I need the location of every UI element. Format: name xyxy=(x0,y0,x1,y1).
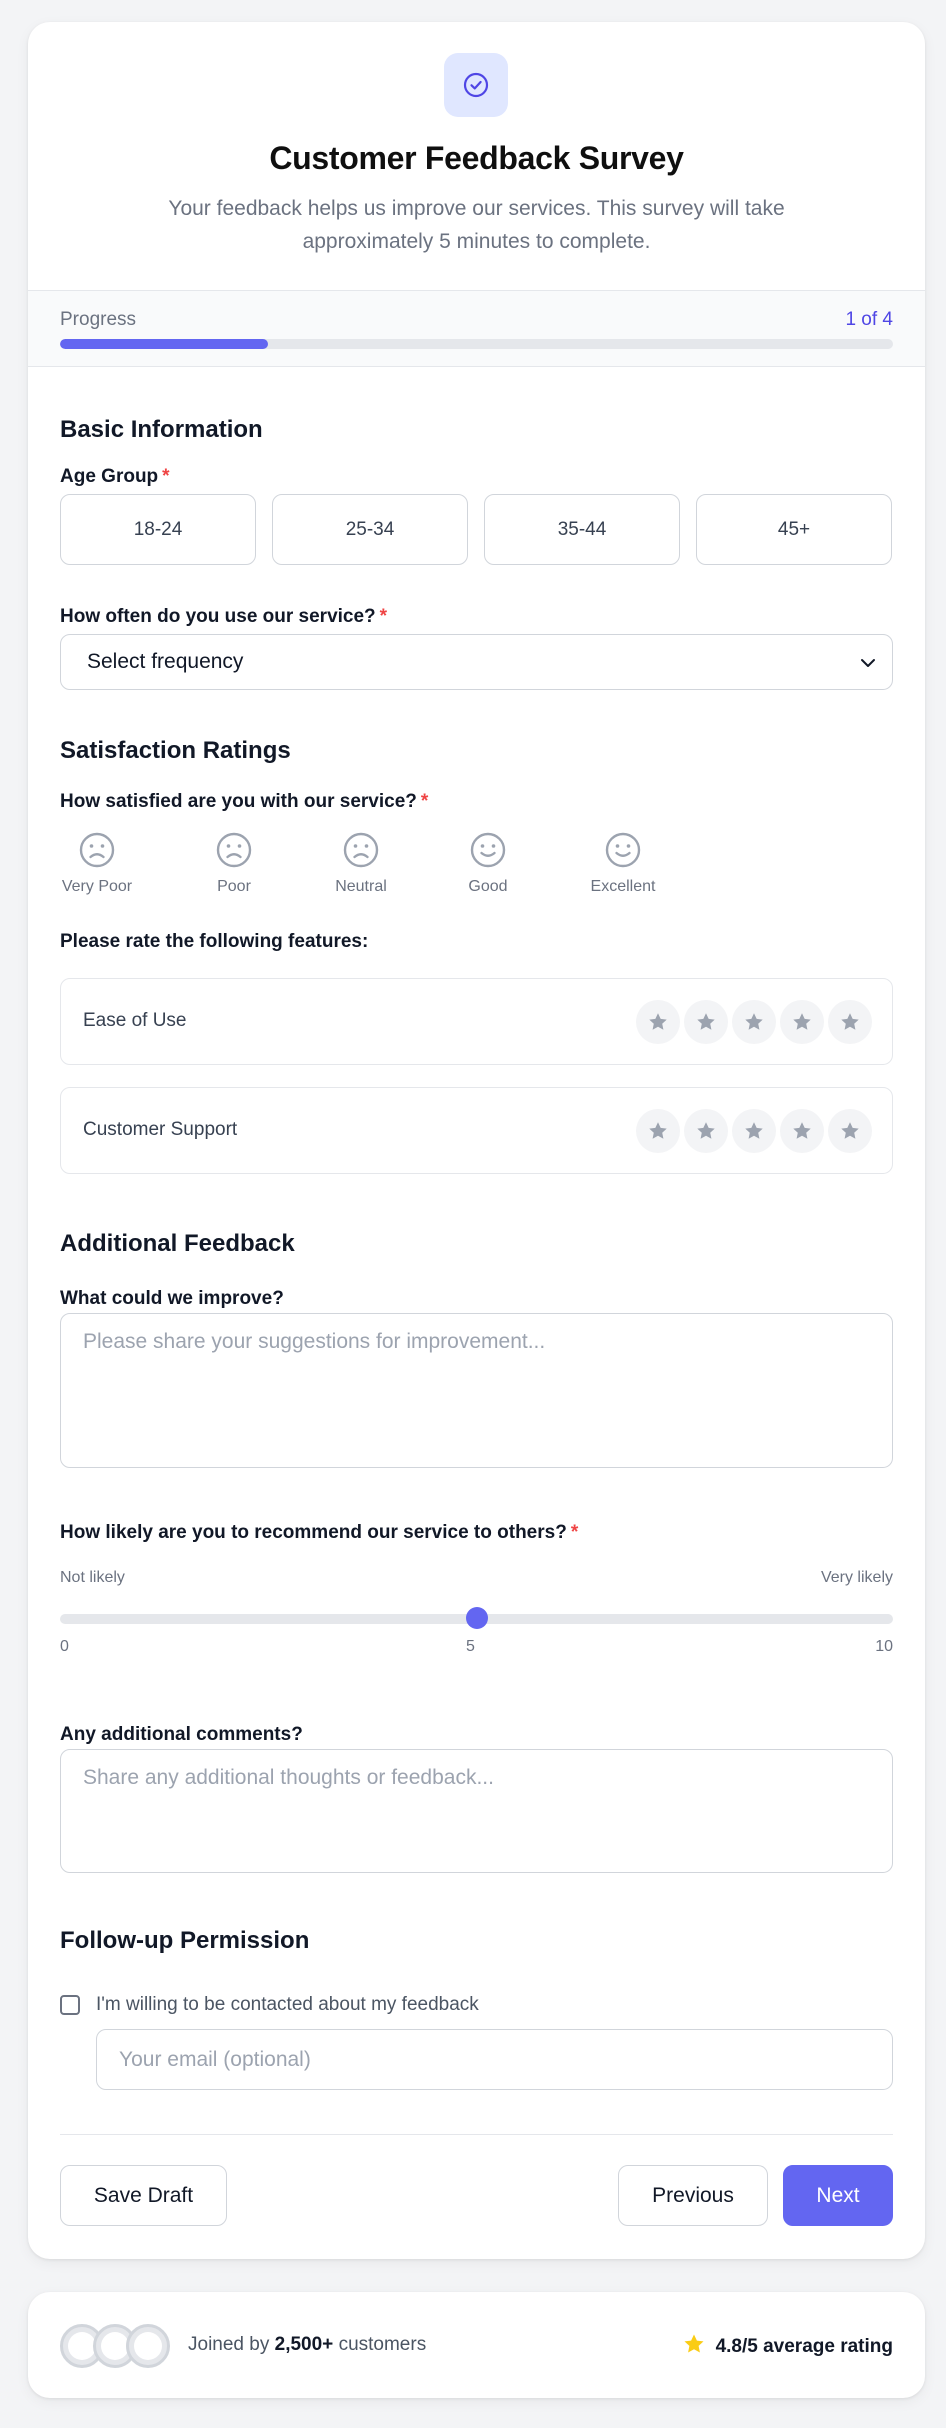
scale-mid-value: 5 xyxy=(466,1638,475,1655)
frown-icon xyxy=(77,830,117,870)
satisfaction-option-label: Poor xyxy=(217,878,251,895)
age-option-35-44[interactable]: 35-44 xyxy=(484,494,680,565)
progress-bar xyxy=(60,339,893,349)
progress-bar-fill xyxy=(60,339,269,349)
star-rating xyxy=(636,1109,872,1153)
satisfaction-option-poor[interactable]: Poor xyxy=(179,830,289,896)
smile-icon xyxy=(468,830,508,870)
save-draft-button[interactable]: Save Draft xyxy=(60,2165,227,2226)
satisfaction-option-neutral[interactable]: Neutral xyxy=(306,830,416,896)
frequency-label-text: How often do you use our service? xyxy=(60,606,376,627)
comments-label: Any additional comments? xyxy=(60,1724,303,1745)
smile-icon xyxy=(603,830,643,870)
progress-label: Progress xyxy=(60,309,137,330)
star-icon xyxy=(682,2332,706,2362)
required-mark: * xyxy=(379,606,388,627)
email-field[interactable]: Your email (optional) xyxy=(96,2029,893,2090)
star-icon[interactable] xyxy=(780,1000,824,1044)
star-icon[interactable] xyxy=(636,1109,680,1153)
features-label: Please rate the following features: xyxy=(60,931,369,952)
age-option-45-plus[interactable]: 45+ xyxy=(696,494,892,565)
survey-header: Customer Feedback Survey Your feedback h… xyxy=(28,22,925,290)
divider xyxy=(60,2134,893,2135)
section-title-follow-up: Follow-up Permission xyxy=(60,1927,310,1954)
section-title-additional-feedback: Additional Feedback xyxy=(60,1230,295,1257)
average-rating: 4.8/5 average rating xyxy=(682,2332,893,2362)
contact-permission-checkbox[interactable] xyxy=(60,1995,80,2015)
check-circle-icon xyxy=(444,53,508,117)
star-rating xyxy=(636,1000,872,1044)
star-icon[interactable] xyxy=(684,1000,728,1044)
scale-min-value: 0 xyxy=(60,1638,69,1655)
satisfaction-option-label: Excellent xyxy=(590,878,656,895)
scale-low-label: Not likely xyxy=(60,1569,125,1586)
scale-high-label: Very likely xyxy=(820,1569,893,1586)
frequency-select-value: Select frequency xyxy=(87,650,244,673)
improve-label: What could we improve? xyxy=(60,1288,284,1309)
feature-name: Ease of Use xyxy=(83,1010,187,1031)
required-mark: * xyxy=(420,791,429,812)
recommend-slider-thumb[interactable] xyxy=(465,1607,488,1629)
section-title-satisfaction: Satisfaction Ratings xyxy=(60,737,291,764)
age-group-label: Age Group * xyxy=(60,466,170,488)
satisfaction-option-excellent[interactable]: Excellent xyxy=(568,830,678,896)
average-rating-text: 4.8/5 average rating xyxy=(715,2336,893,2357)
frown-icon xyxy=(214,830,254,870)
feature-rating-ease-of-use: Ease of Use xyxy=(60,978,893,1065)
satisfaction-question-text: How satisfied are you with our service? xyxy=(60,791,417,812)
comments-textarea[interactable]: Share any additional thoughts or feedbac… xyxy=(60,1749,893,1873)
improve-textarea[interactable]: Please share your suggestions for improv… xyxy=(60,1313,893,1468)
joined-prefix: Joined by xyxy=(188,2334,270,2355)
section-title-basic-information: Basic Information xyxy=(60,416,263,443)
recommend-label: How likely are you to recommend our serv… xyxy=(60,1522,578,1544)
joined-text: Joined by 2,500+ customers xyxy=(188,2334,426,2356)
age-option-25-34[interactable]: 25-34 xyxy=(272,494,468,565)
star-icon[interactable] xyxy=(828,1109,872,1153)
satisfaction-option-very-poor[interactable]: Very Poor xyxy=(42,830,152,896)
satisfaction-option-label: Neutral xyxy=(335,878,387,895)
page-title: Customer Feedback Survey xyxy=(269,140,684,176)
required-mark: * xyxy=(162,466,170,487)
progress-section: Progress 1 of 4 xyxy=(28,290,925,367)
joined-suffix: customers xyxy=(338,2334,427,2355)
frequency-label: How often do you use our service? * xyxy=(60,606,387,628)
satisfaction-option-label: Good xyxy=(468,878,508,895)
feature-rating-customer-support: Customer Support xyxy=(60,1087,893,1174)
page-subtitle: Your feedback helps us improve our servi… xyxy=(168,197,785,253)
progress-step-count: 1 of 4 xyxy=(845,309,893,330)
recommend-label-text: How likely are you to recommend our serv… xyxy=(60,1522,567,1543)
previous-button[interactable]: Previous xyxy=(618,2165,768,2226)
satisfaction-question: How satisfied are you with our service? * xyxy=(60,791,428,813)
survey-card: Customer Feedback Survey Your feedback h… xyxy=(28,22,925,2259)
star-icon[interactable] xyxy=(684,1109,728,1153)
star-icon[interactable] xyxy=(732,1109,776,1153)
age-option-18-24[interactable]: 18-24 xyxy=(60,494,256,565)
age-group-label-text: Age Group xyxy=(60,466,159,487)
star-icon[interactable] xyxy=(636,1000,680,1044)
frown-icon xyxy=(341,830,381,870)
avatar xyxy=(126,2324,170,2368)
contact-permission-label[interactable]: I'm willing to be contacted about my fee… xyxy=(96,1994,479,2016)
star-icon[interactable] xyxy=(780,1109,824,1153)
social-proof-footer: Joined by 2,500+ customers 4.8/5 average… xyxy=(28,2292,925,2398)
scale-max-value: 10 xyxy=(875,1638,893,1655)
star-icon[interactable] xyxy=(828,1000,872,1044)
feature-name: Customer Support xyxy=(83,1119,238,1140)
star-icon[interactable] xyxy=(732,1000,776,1044)
joined-count: 2,500+ xyxy=(274,2334,334,2355)
satisfaction-option-label: Very Poor xyxy=(61,878,133,895)
required-mark: * xyxy=(570,1522,579,1543)
avatar-group xyxy=(60,2324,170,2368)
next-button[interactable]: Next xyxy=(783,2165,893,2226)
frequency-select[interactable]: Select frequency xyxy=(60,634,893,690)
satisfaction-option-good[interactable]: Good xyxy=(433,830,543,896)
chevron-down-icon xyxy=(856,651,880,681)
